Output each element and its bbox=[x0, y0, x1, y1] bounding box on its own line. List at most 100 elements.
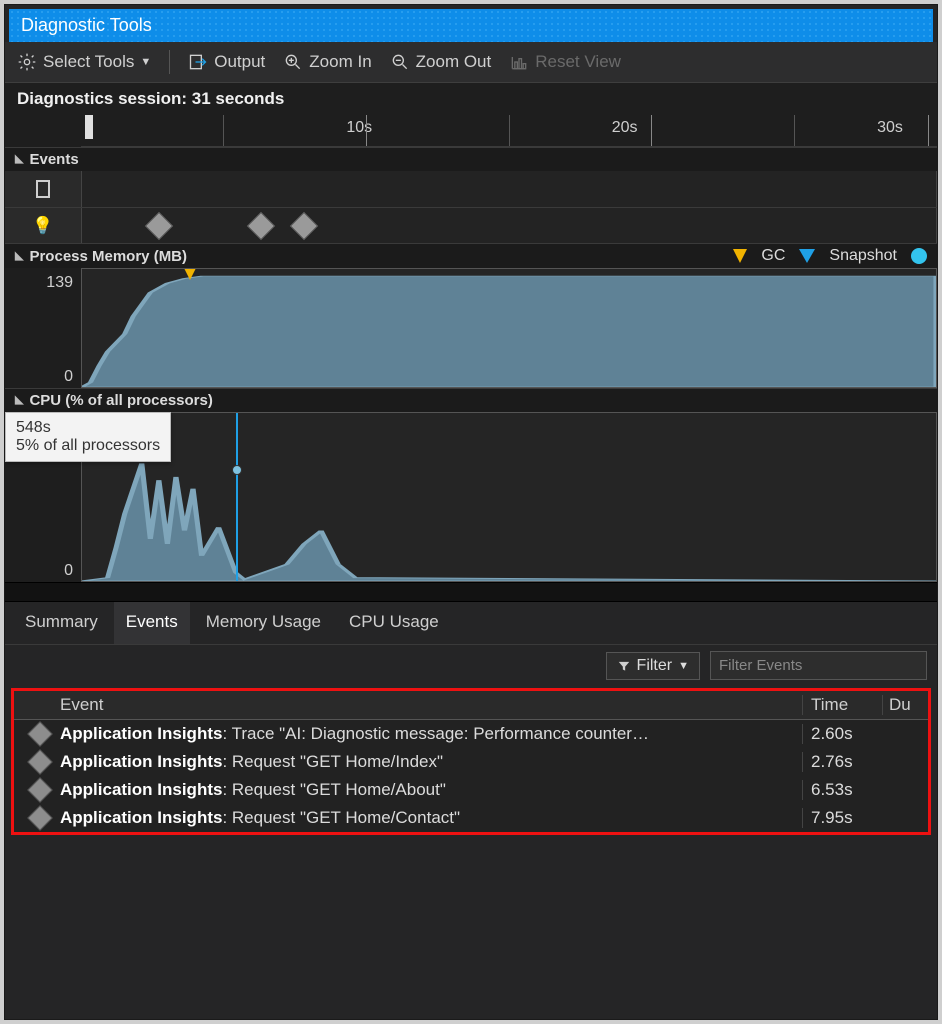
filter-bar: Filter ▼ bbox=[5, 644, 937, 686]
memory-ymin: 0 bbox=[64, 368, 73, 386]
table-header: Event Time Du bbox=[14, 691, 928, 720]
events-table: Event Time Du Application Insights: Trac… bbox=[11, 688, 931, 835]
window-title-text: Diagnostic Tools bbox=[21, 15, 152, 35]
ruler-tick-10s: 10s bbox=[346, 119, 372, 137]
event-marker[interactable] bbox=[247, 211, 275, 239]
diamond-icon bbox=[27, 805, 52, 830]
filter-events-input[interactable] bbox=[710, 651, 927, 680]
memory-chart[interactable]: 139 0 bbox=[5, 268, 937, 388]
event-text: : Request "GET Home/Contact" bbox=[222, 808, 460, 827]
event-marker[interactable] bbox=[145, 211, 173, 239]
memory-section-header[interactable]: ◣ Process Memory (MB) GC Snapshot bbox=[5, 243, 937, 268]
tooltip-time: 548s bbox=[16, 419, 160, 437]
select-tools-dropdown[interactable]: Select Tools ▼ bbox=[17, 52, 151, 72]
diamond-icon bbox=[27, 749, 52, 774]
event-cell: Application Insights: Request "GET Home/… bbox=[60, 808, 802, 828]
event-text: : Trace "AI: Diagnostic message: Perform… bbox=[222, 724, 649, 743]
time-cell: 2.60s bbox=[802, 724, 882, 744]
filter-label: Filter bbox=[637, 657, 673, 675]
diamond-icon bbox=[27, 777, 52, 802]
memory-ymax: 139 bbox=[46, 274, 73, 292]
diagnostic-tools-window: Diagnostic Tools Select Tools ▼ Output Z… bbox=[4, 4, 938, 1020]
tab-summary[interactable]: Summary bbox=[13, 602, 110, 644]
legend-gc: GC bbox=[761, 247, 785, 265]
col-header-duration[interactable]: Du bbox=[882, 695, 922, 715]
table-row[interactable]: Application Insights: Request "GET Home/… bbox=[14, 748, 928, 776]
timeline-ruler[interactable]: 10s 20s 30s bbox=[81, 115, 937, 147]
tooltip-value: 5% of all processors bbox=[16, 437, 160, 455]
intellitrace-icon[interactable]: 💡 bbox=[32, 216, 53, 236]
time-cell: 2.76s bbox=[802, 752, 882, 772]
break-events-track[interactable] bbox=[81, 171, 937, 207]
output-button[interactable]: Output bbox=[188, 52, 265, 72]
cpu-plot-area bbox=[82, 413, 936, 581]
zoom-out-label: Zoom Out bbox=[416, 52, 492, 72]
event-source: Application Insights bbox=[60, 808, 222, 827]
tab-memory-usage[interactable]: Memory Usage bbox=[194, 602, 333, 644]
event-source: Application Insights bbox=[60, 724, 222, 743]
session-label: Diagnostics session: 31 seconds bbox=[5, 83, 937, 115]
chevron-down-icon: ▼ bbox=[140, 56, 151, 68]
snapshot-marker-icon bbox=[799, 249, 815, 263]
cpu-section-title: CPU (% of all processors) bbox=[29, 392, 212, 409]
reset-view-button: Reset View bbox=[509, 52, 621, 72]
reset-view-icon bbox=[509, 52, 529, 72]
chevron-down-icon: ▼ bbox=[678, 660, 689, 672]
cpu-cursor-line[interactable] bbox=[236, 413, 238, 581]
events-lane: 💡 bbox=[5, 171, 937, 243]
collapse-icon: ◣ bbox=[15, 249, 23, 262]
separator bbox=[169, 50, 170, 74]
filter-dropdown[interactable]: Filter ▼ bbox=[606, 652, 700, 680]
zoom-in-button[interactable]: Zoom In bbox=[283, 52, 371, 72]
event-source: Application Insights bbox=[60, 780, 222, 799]
toolbar: Select Tools ▼ Output Zoom In Zoom Out R… bbox=[5, 42, 937, 83]
table-row[interactable]: Application Insights: Request "GET Home/… bbox=[14, 804, 928, 832]
zoom-out-button[interactable]: Zoom Out bbox=[390, 52, 492, 72]
playhead-icon[interactable] bbox=[85, 115, 93, 139]
gc-event-marker[interactable] bbox=[184, 268, 196, 280]
ruler-tick-30s: 30s bbox=[877, 119, 903, 137]
event-cell: Application Insights: Request "GET Home/… bbox=[60, 780, 802, 800]
select-tools-label: Select Tools bbox=[43, 52, 134, 72]
event-text: : Request "GET Home/Index" bbox=[222, 752, 443, 771]
event-text: : Request "GET Home/About" bbox=[222, 780, 445, 799]
event-cell: Application Insights: Trace "AI: Diagnos… bbox=[60, 724, 802, 744]
zoom-in-icon bbox=[283, 52, 303, 72]
events-section-title: Events bbox=[29, 151, 78, 168]
intellitrace-track[interactable] bbox=[81, 208, 937, 243]
time-cell: 6.53s bbox=[802, 780, 882, 800]
zoom-in-label: Zoom In bbox=[309, 52, 371, 72]
memory-legend: GC Snapshot bbox=[733, 247, 927, 265]
table-row[interactable]: Application Insights: Request "GET Home/… bbox=[14, 776, 928, 804]
time-cell: 7.95s bbox=[802, 808, 882, 828]
event-cell: Application Insights: Request "GET Home/… bbox=[60, 752, 802, 772]
cpu-section-header[interactable]: ◣ CPU (% of all processors) bbox=[5, 388, 937, 412]
gear-icon bbox=[17, 52, 37, 72]
tab-events[interactable]: Events bbox=[114, 602, 190, 644]
memory-plot-area bbox=[82, 269, 936, 387]
cpu-cursor-dot[interactable] bbox=[232, 465, 242, 475]
collapse-icon: ◣ bbox=[15, 393, 23, 406]
ruler-tick-20s: 20s bbox=[612, 119, 638, 137]
break-events-icon[interactable] bbox=[36, 180, 50, 198]
event-marker[interactable] bbox=[290, 211, 318, 239]
cpu-tooltip: 548s 5% of all processors bbox=[5, 412, 171, 462]
cpu-ymin: 0 bbox=[64, 562, 73, 580]
details-tabs: Summary Events Memory Usage CPU Usage bbox=[5, 602, 937, 644]
filter-icon bbox=[617, 659, 631, 673]
events-section-header[interactable]: ◣ Events bbox=[5, 147, 937, 171]
gc-marker-icon bbox=[733, 249, 747, 263]
panel-divider[interactable] bbox=[5, 582, 937, 602]
col-header-time[interactable]: Time bbox=[802, 695, 882, 715]
col-header-event[interactable]: Event bbox=[60, 695, 802, 715]
private-bytes-icon bbox=[911, 248, 927, 264]
collapse-icon: ◣ bbox=[15, 152, 23, 165]
table-row[interactable]: Application Insights: Trace "AI: Diagnos… bbox=[14, 720, 928, 748]
window-title[interactable]: Diagnostic Tools bbox=[9, 9, 933, 42]
cpu-chart[interactable]: 0 548s 5% of all processors bbox=[5, 412, 937, 582]
tab-cpu-usage[interactable]: CPU Usage bbox=[337, 602, 451, 644]
reset-view-label: Reset View bbox=[535, 52, 621, 72]
memory-section-title: Process Memory (MB) bbox=[29, 248, 187, 265]
zoom-out-icon bbox=[390, 52, 410, 72]
output-icon bbox=[188, 52, 208, 72]
